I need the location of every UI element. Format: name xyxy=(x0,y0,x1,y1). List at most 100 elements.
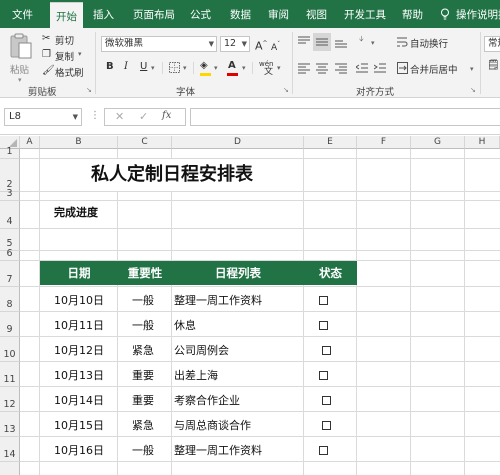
copy-button[interactable]: 复制 xyxy=(55,49,74,63)
underline-button[interactable]: U xyxy=(140,60,147,74)
orientation-icon[interactable]: ᛎ xyxy=(358,34,365,48)
paste-button[interactable]: 粘贴 xyxy=(10,62,29,76)
status-checkbox[interactable] xyxy=(319,296,328,305)
cell-importance[interactable]: 一般 xyxy=(132,292,154,308)
row-header-10[interactable]: 10 xyxy=(0,337,20,362)
font-color-dropdown-icon[interactable]: ▾ xyxy=(242,61,246,75)
align-right-icon[interactable] xyxy=(335,62,347,74)
row-header-8[interactable]: 8 xyxy=(0,287,20,312)
column-header-f[interactable]: F xyxy=(357,136,411,149)
confirm-icon[interactable]: ✓ xyxy=(139,110,148,123)
merge-center-dropdown-icon[interactable]: ▾ xyxy=(470,62,474,76)
row-header-11[interactable]: 11 xyxy=(0,362,20,387)
underline-dropdown-icon[interactable]: ▾ xyxy=(151,61,155,75)
row-header-3[interactable]: 3 xyxy=(0,188,20,201)
name-box[interactable]: L8 ▼ xyxy=(4,108,82,126)
tab-home[interactable]: 开始 xyxy=(50,2,83,29)
orientation-dropdown-icon[interactable]: ▾ xyxy=(371,36,375,50)
cell-date[interactable]: 10月14日 xyxy=(54,392,104,408)
fill-color-icon[interactable]: ◈ xyxy=(200,59,208,73)
increase-font-size-button[interactable]: A^ xyxy=(255,37,268,54)
align-middle-icon[interactable] xyxy=(316,36,328,48)
insert-function-button[interactable]: fx xyxy=(162,110,171,121)
wrap-text-button[interactable]: 自动换行 xyxy=(410,36,448,50)
font-name-select[interactable]: 微软雅黑 ▼ xyxy=(101,36,217,52)
column-header-g[interactable]: G xyxy=(411,136,465,149)
status-checkbox[interactable] xyxy=(322,346,331,355)
tab-insert[interactable]: 插入 xyxy=(93,0,114,28)
font-color-button[interactable]: A xyxy=(228,59,236,73)
row-header-13[interactable]: 13 xyxy=(0,412,20,437)
status-checkbox[interactable] xyxy=(322,421,331,430)
increase-indent-icon[interactable] xyxy=(374,62,386,74)
cell-importance[interactable]: 重要 xyxy=(132,367,154,383)
tab-view[interactable]: 视图 xyxy=(306,0,327,28)
alignment-launcher-icon[interactable]: ↘ xyxy=(470,86,476,94)
tab-page-layout[interactable]: 页面布局 xyxy=(133,0,175,28)
cell-importance[interactable]: 一般 xyxy=(132,442,154,458)
formula-input[interactable] xyxy=(190,108,500,126)
decrease-font-size-button[interactable]: Aˇ xyxy=(271,38,280,55)
column-header-d[interactable]: D xyxy=(172,136,304,149)
status-checkbox[interactable] xyxy=(319,321,328,330)
row-header-9[interactable]: 9 xyxy=(0,312,20,337)
cell-date[interactable]: 10月10日 xyxy=(54,292,104,308)
row-header-12[interactable]: 12 xyxy=(0,387,20,412)
cell-task[interactable]: 出差上海 xyxy=(174,367,218,383)
cell-task[interactable]: 与周总商谈合作 xyxy=(174,417,251,433)
status-checkbox[interactable] xyxy=(322,396,331,405)
row-header-6[interactable]: 6 xyxy=(0,248,20,261)
tab-developer[interactable]: 开发工具 xyxy=(344,0,386,28)
clipboard-launcher-icon[interactable]: ↘ xyxy=(86,86,92,94)
cell-date[interactable]: 10月13日 xyxy=(54,367,104,383)
cell-importance[interactable]: 紧急 xyxy=(132,417,154,433)
tab-formulas[interactable]: 公式 xyxy=(190,0,211,28)
cancel-icon[interactable]: ✕ xyxy=(115,110,124,123)
cell-task[interactable]: 休息 xyxy=(174,317,196,333)
paste-dropdown-icon[interactable]: ▾ xyxy=(18,76,22,84)
borders-dropdown-icon[interactable]: ▾ xyxy=(183,61,187,75)
tab-file[interactable]: 文件 xyxy=(12,0,33,28)
row-header-15[interactable] xyxy=(0,462,20,475)
tab-review[interactable]: 审阅 xyxy=(268,0,289,28)
column-header-c[interactable]: C xyxy=(118,136,172,149)
row-header-14[interactable]: 14 xyxy=(0,437,20,462)
cut-button[interactable]: 剪切 xyxy=(55,33,74,47)
fill-color-dropdown-icon[interactable]: ▾ xyxy=(214,61,218,75)
cell-task[interactable]: 考察合作企业 xyxy=(174,392,240,408)
column-header-b[interactable]: B xyxy=(40,136,118,149)
tab-tell-me[interactable]: 操作说明搜 xyxy=(456,0,500,28)
number-format-select[interactable]: 常规 xyxy=(484,36,500,52)
column-header-a[interactable]: A xyxy=(20,136,40,149)
format-painter-button[interactable]: 格式刷 xyxy=(55,65,84,79)
cell-date[interactable]: 10月12日 xyxy=(54,342,104,358)
cell-date[interactable]: 10月15日 xyxy=(54,417,104,433)
bold-button[interactable]: B xyxy=(106,60,114,74)
accounting-format-icon[interactable]: 🗒 xyxy=(487,59,500,73)
align-left-icon[interactable] xyxy=(298,62,310,74)
column-header-h[interactable]: H xyxy=(465,136,500,149)
paste-icon[interactable] xyxy=(8,32,34,60)
column-header-e[interactable]: E xyxy=(304,136,357,149)
decrease-indent-icon[interactable] xyxy=(356,62,368,74)
row-header-4[interactable]: 4 xyxy=(0,201,20,229)
cell-importance[interactable]: 重要 xyxy=(132,392,154,408)
cell-date[interactable]: 10月11日 xyxy=(54,317,104,333)
font-launcher-icon[interactable]: ↘ xyxy=(283,86,289,94)
tab-data[interactable]: 数据 xyxy=(230,0,251,28)
align-top-icon[interactable] xyxy=(298,36,310,48)
cell-task[interactable]: 整理一周工作资料 xyxy=(174,292,262,308)
align-center-icon[interactable] xyxy=(316,62,328,74)
status-checkbox[interactable] xyxy=(319,371,328,380)
status-checkbox[interactable] xyxy=(319,446,328,455)
tab-help[interactable]: 帮助 xyxy=(402,0,423,28)
row-header-7[interactable]: 7 xyxy=(0,261,20,287)
cell-importance[interactable]: 紧急 xyxy=(132,342,154,358)
font-size-select[interactable]: 12 ▼ xyxy=(220,36,250,52)
copy-dropdown-icon[interactable]: ▾ xyxy=(78,50,82,58)
resize-handle-icon[interactable]: ⋮ xyxy=(90,110,100,121)
phonetic-dropdown-icon[interactable]: ▾ xyxy=(277,61,281,75)
merge-center-button[interactable]: 合并后居中 xyxy=(410,62,458,76)
row-header-1[interactable]: 1 xyxy=(0,146,20,159)
cell-task[interactable]: 公司周例会 xyxy=(174,342,229,358)
